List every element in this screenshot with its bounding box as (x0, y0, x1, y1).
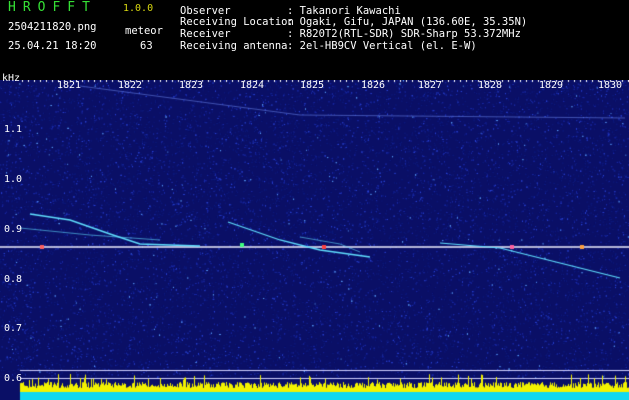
receiver-label: Receiver (180, 28, 231, 40)
x-tick: 1829 (539, 80, 564, 91)
spectrogram-plot (0, 80, 629, 400)
y-tick: 0.7 (4, 323, 23, 334)
x-tick: 1827 (418, 80, 443, 91)
location-label: Receiving Location (180, 16, 294, 28)
receiver-value: : R820T2(RTL-SDR) SDR-Sharp 53.372MHz (287, 28, 521, 40)
meteor-label: meteor (125, 25, 163, 37)
y-axis-unit: kHz (2, 73, 21, 84)
header-panel: HROFFT 1.0.0 2504211820.png meteor 25.04… (0, 0, 629, 80)
observation-datetime: 25.04.21 18:20 (8, 40, 97, 52)
antenna-label: Receiving antenna (180, 40, 288, 52)
x-tick: 1830 (598, 80, 623, 91)
app-title: HROFFT (8, 0, 97, 15)
image-filename: 2504211820.png (8, 21, 97, 33)
location-value: : Ogaki, Gifu, JAPAN (136.60E, 35.35N) (287, 16, 528, 28)
app-version: 1.0.0 (123, 3, 154, 14)
x-tick: 1825 (300, 80, 325, 91)
y-tick: 1.0 (4, 174, 23, 185)
x-tick: 1824 (240, 80, 265, 91)
y-tick: 0.8 (4, 274, 23, 285)
x-tick: 1822 (118, 80, 143, 91)
y-tick: 1.1 (4, 124, 23, 135)
x-tick: 1823 (179, 80, 204, 91)
antenna-value: : 2el-HB9CV Vertical (el. E-W) (287, 40, 477, 52)
x-tick: 1828 (478, 80, 503, 91)
y-tick: 0.6 (4, 373, 23, 384)
x-tick: 1821 (57, 80, 82, 91)
x-tick: 1826 (361, 80, 386, 91)
meteor-count: 63 (140, 40, 153, 52)
y-tick: 0.9 (4, 224, 23, 235)
